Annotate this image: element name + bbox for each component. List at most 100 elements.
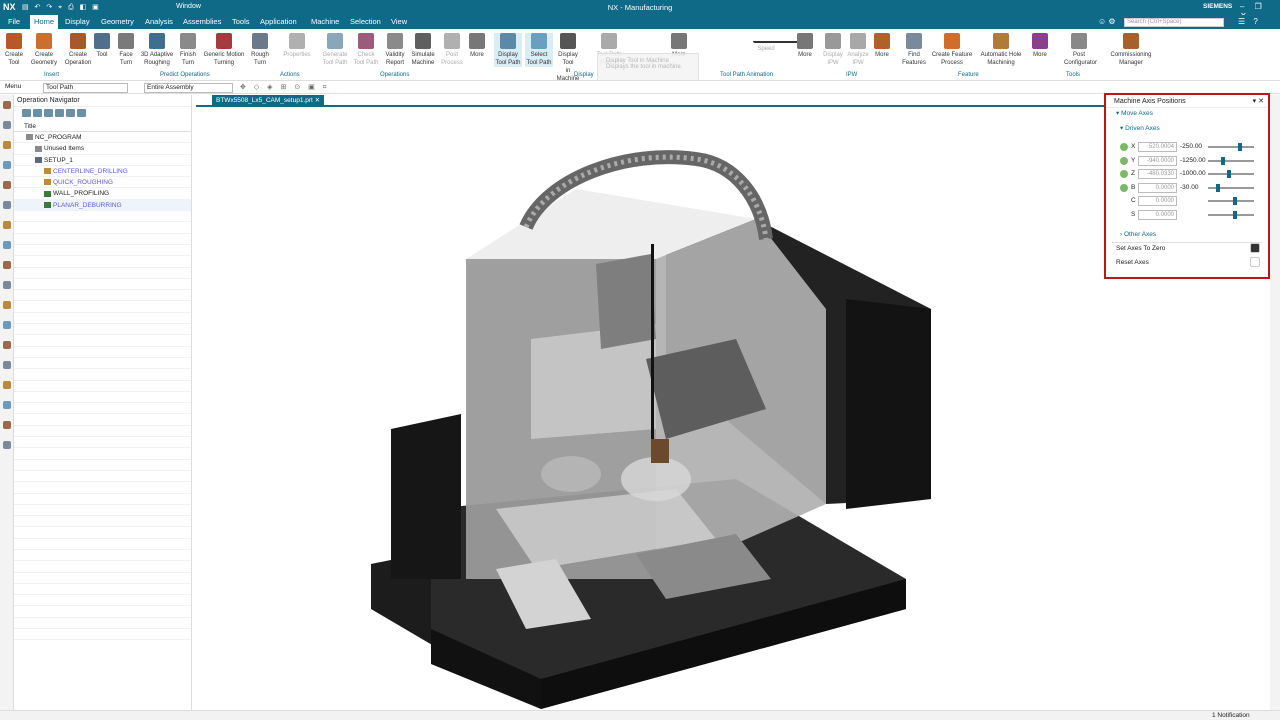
machine-model[interactable] [196, 109, 1104, 709]
menu-tab-view[interactable]: View [387, 15, 411, 29]
axis-slider[interactable] [1208, 183, 1254, 192]
axis-lock-icon[interactable] [1120, 170, 1128, 178]
column-header-title[interactable]: Title [14, 122, 191, 132]
select-toolpath-button[interactable]: Select Tool Path [525, 33, 553, 67]
menu-tab-file[interactable]: File [4, 15, 24, 29]
resource-bar-icon[interactable] [3, 161, 11, 169]
more-button[interactable]: More [872, 33, 892, 59]
menu-tab-assemblies[interactable]: Assemblies [179, 15, 225, 29]
navigator-row[interactable]: Unused Items [14, 143, 191, 155]
menu-tab-machine[interactable]: Machine [307, 15, 343, 29]
speed-slider-button[interactable]: Speed [753, 33, 799, 53]
navigator-row[interactable]: QUICK_ROUGHING [14, 177, 191, 189]
menu-tab-display[interactable]: Display [61, 15, 94, 29]
part-tab[interactable]: BTWx5508_Lx5_CAM_setup1.prt ✕ [212, 95, 325, 107]
rough-turn-button[interactable]: Rough Turn [248, 33, 272, 67]
navigator-row[interactable]: PLANAR_DEBURRING [14, 199, 191, 212]
resource-bar-icon[interactable] [3, 381, 11, 389]
navigator-row[interactable]: CENTERLINE_DRILLING [14, 166, 191, 178]
resource-bar-icon[interactable] [3, 441, 11, 449]
more-button[interactable]: More [795, 33, 815, 59]
reset-axes-button[interactable] [1250, 257, 1260, 267]
notification-indicator[interactable]: 1 Notification [1212, 712, 1250, 719]
menu-tab-application[interactable]: Application [256, 15, 301, 29]
slider-handle[interactable] [1233, 210, 1238, 219]
resource-bar-icon[interactable] [3, 281, 11, 289]
navigator-row[interactable]: WALL_PROFILING [14, 188, 191, 200]
create-tool-button[interactable]: Create Tool [2, 33, 26, 67]
slider-handle[interactable] [1233, 197, 1238, 205]
axis-slider[interactable] [1208, 197, 1254, 205]
menu-tab-geometry[interactable]: Geometry [97, 15, 138, 29]
axis-slider[interactable] [1208, 210, 1254, 219]
tool-button[interactable]: Tool [94, 33, 110, 59]
menu-tab-analysis[interactable]: Analysis [141, 15, 177, 29]
axis-lock-icon[interactable] [1120, 143, 1128, 151]
generate-toolpath-button[interactable]: Generate Tool Path [320, 33, 350, 67]
automatic-hole-button[interactable]: Automatic Hole Machining [976, 33, 1026, 67]
post-configurator-button[interactable]: Post Configurator [1064, 33, 1097, 67]
resource-bar-icon[interactable] [3, 261, 11, 269]
slider-handle[interactable] [1238, 143, 1243, 151]
driven-axes-section[interactable]: ▾ Driven Axes [1106, 123, 1268, 135]
close-icon[interactable]: ▾ ✕ [1253, 95, 1264, 108]
type-filter-dropdown[interactable]: Tool Path [43, 83, 128, 93]
resource-bar-icon[interactable] [3, 301, 11, 309]
axis-value-field[interactable]: -480.0330 [1138, 169, 1177, 179]
resource-bar-icon[interactable] [3, 241, 11, 249]
axis-value-field[interactable]: 520.0004 [1138, 142, 1177, 152]
generic-motion-button[interactable]: Generic Motion Turning [200, 33, 248, 67]
axis-lock-icon[interactable] [1120, 183, 1128, 192]
axis-value-field[interactable]: 0.0000 [1138, 196, 1177, 206]
menu-tab-tools[interactable]: Tools [228, 15, 254, 29]
resource-bar-icon[interactable] [3, 121, 11, 129]
slider-handle[interactable] [1226, 170, 1231, 178]
graphics-window[interactable]: BTWx5508_Lx5_CAM_setup1.prt ✕ [196, 95, 1104, 710]
ribbon-options-icon[interactable]: ☰ ? [1238, 17, 1261, 26]
analyze-ipw-button[interactable]: Analyze IPW [846, 33, 870, 67]
properties-button[interactable]: Properties [281, 33, 313, 59]
navigator-toolbar[interactable] [14, 107, 191, 119]
slider-handle[interactable] [1220, 156, 1225, 165]
axis-slider[interactable] [1208, 156, 1254, 165]
face-turn-button[interactable]: Face Turn [116, 33, 136, 67]
move-axes-section[interactable]: ▾ Move Axes [1106, 108, 1268, 120]
validity-report-button[interactable]: Validity Report [382, 33, 408, 67]
display-ipw-button[interactable]: Display IPW [821, 33, 845, 67]
menu-tab-selection[interactable]: Selection [346, 15, 385, 29]
menu-tab-home[interactable]: Home [30, 15, 59, 29]
adaptive-roughing-button[interactable]: 3D Adaptive Roughing [138, 33, 176, 67]
resource-bar-icon[interactable] [3, 181, 11, 189]
navigator-row[interactable]: NC_PROGRAM [14, 132, 191, 144]
slider-handle[interactable] [1216, 183, 1221, 192]
find-features-button[interactable]: Find Features [900, 33, 928, 67]
resource-bar-icon[interactable] [3, 141, 11, 149]
snap-icons[interactable]: ✥ ◇ ◈ ⊞ ⊙ ▣ ⌗ [240, 83, 330, 92]
axis-value-field[interactable]: -940.0000 [1138, 155, 1177, 166]
scope-dropdown[interactable]: Entire Assembly [144, 83, 233, 93]
commissioning-manager-button[interactable]: Commissioning Manager [1108, 33, 1154, 67]
post-process-button[interactable]: Post Process [439, 33, 465, 67]
search-input[interactable]: Search (Ctrl+Space) [1124, 18, 1224, 27]
axis-value-field[interactable]: 0.0000 [1138, 209, 1177, 220]
navigator-row[interactable]: SETUP_1 [14, 155, 191, 166]
other-axes-section[interactable]: › Other Axes [1120, 229, 1156, 241]
resource-bar-icon[interactable] [3, 321, 11, 329]
more-button[interactable]: More [1029, 33, 1051, 59]
axis-value-field[interactable]: 0.0000 [1138, 182, 1177, 193]
resource-bar-icon[interactable] [3, 421, 11, 429]
display-toolpath-button[interactable]: Display Tool Path [494, 33, 522, 67]
more-button[interactable]: More [467, 33, 487, 59]
menu-button[interactable]: Menu [3, 83, 37, 93]
create-feature-process-button[interactable]: Create Feature Process [929, 33, 975, 67]
resource-bar-icon[interactable] [3, 221, 11, 229]
finish-turn-button[interactable]: Finish Turn [177, 33, 199, 67]
create-operation-button[interactable]: Create Operation [62, 33, 94, 67]
axis-slider[interactable] [1208, 170, 1254, 178]
check-toolpath-button[interactable]: Check Tool Path [352, 33, 380, 67]
set-axes-to-zero-button[interactable] [1250, 243, 1260, 253]
simulate-machine-button[interactable]: Simulate Machine [409, 33, 437, 67]
help-icon[interactable]: ☺ ⚙ [1098, 17, 1116, 26]
resource-bar-icon[interactable] [3, 341, 11, 349]
axis-lock-icon[interactable] [1120, 156, 1128, 165]
